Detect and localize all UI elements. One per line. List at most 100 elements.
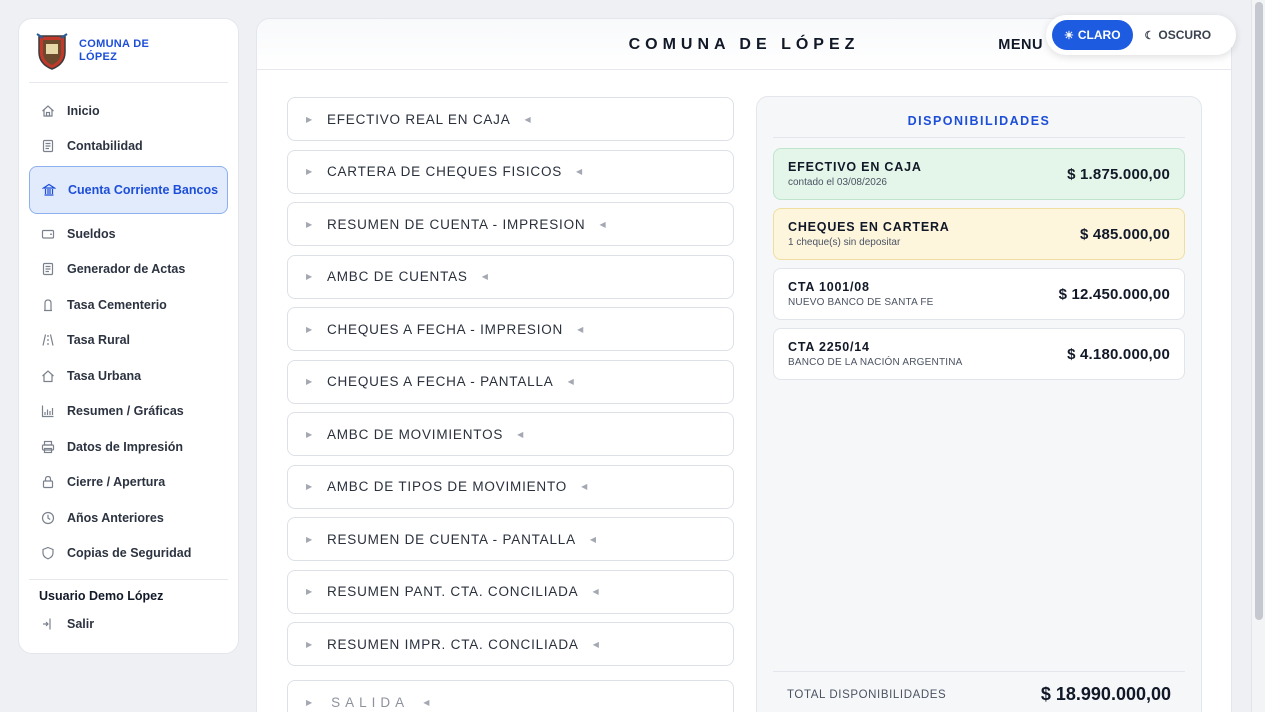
menu-item-cheques-a-fecha-pantalla[interactable]: ▶ CHEQUES A FECHA - PANTALLA ◀ (287, 359, 734, 404)
triangle-left-icon: ◀ (481, 272, 489, 281)
sun-icon: ☀ (1064, 29, 1074, 42)
exit-label: SALIDA (331, 694, 410, 710)
triangle-right-icon: ▶ (306, 587, 313, 596)
card-title: EFECTIVO EN CAJA (788, 160, 922, 174)
card-subtitle: NUEVO BANCO DE SANTA FE (788, 297, 934, 308)
menu-item-ambc-de-movimientos[interactable]: ▶ AMBC DE MOVIMIENTOS ◀ (287, 412, 734, 456)
account-card[interactable]: CTA 2250/14 BANCO DE LA NACIÓN ARGENTINA… (773, 328, 1185, 380)
sidebar-item-label: Tasa Urbana (67, 368, 142, 383)
sidebar-item-label: Años Anteriores (67, 510, 164, 525)
menu-item-cartera-de-cheques-fisicos[interactable]: ▶ CARTERA DE CHEQUES FISICOS ◀ (287, 149, 734, 194)
sidebar-item-datos-de-impresion[interactable]: Datos de Impresión (29, 429, 228, 465)
printer-icon (41, 440, 55, 453)
checks-card[interactable]: CHEQUES EN CARTERA 1 cheque(s) sin depos… (773, 208, 1185, 260)
triangle-left-icon: ◀ (517, 429, 525, 439)
triangle-left-icon: ◀ (581, 482, 589, 491)
sidebar-item-tasa-cementerio[interactable]: Tasa Cementerio (29, 287, 228, 323)
document-icon (42, 140, 54, 153)
sidebar-item-generador-de-actas[interactable]: Generador de Actas (29, 252, 228, 288)
card-amount: $ 485.000,00 (1080, 225, 1170, 243)
card-subtitle: contado el 03/08/2026 (788, 177, 887, 188)
brand[interactable]: COMUNA DE LÓPEZ (29, 19, 228, 83)
menu-item-cheques-a-fecha-impresion[interactable]: ▶ CHEQUES A FECHA - IMPRESION ◀ (287, 307, 734, 351)
logout-button[interactable]: Salir (19, 603, 238, 631)
cash-card[interactable]: EFECTIVO EN CAJA contado el 03/08/2026 $… (773, 148, 1185, 200)
menu-item-label: RESUMEN IMPR. CTA. CONCILIADA (326, 636, 579, 652)
theme-dark-button[interactable]: ☾ OSCURO (1133, 20, 1224, 50)
triangle-left-icon: ◀ (577, 324, 585, 334)
card-amount: $ 4.180.000,00 (1067, 345, 1170, 363)
total-row: TOTAL DISPONIBILIDADES $ 18.990.000,00 (773, 671, 1185, 712)
sidebar-item-label: Tasa Rural (67, 333, 130, 348)
menu-label: MENU (998, 37, 1043, 53)
chart-icon (41, 405, 54, 418)
card-title: CTA 1001/08 (788, 280, 870, 294)
triangle-left-icon: ◀ (423, 697, 435, 707)
card-title: CTA 2250/14 (788, 340, 870, 354)
menu-item-resumen-impr-cta-conciliada[interactable]: ▶ RESUMEN IMPR. CTA. CONCILIADA ◀ (287, 622, 734, 666)
wallet-icon (41, 229, 55, 239)
menu-item-label: RESUMEN PANT. CTA. CONCILIADA (326, 584, 579, 599)
scrollbar-thumb[interactable] (1255, 2, 1263, 620)
card-amount: $ 1.875.000,00 (1067, 165, 1170, 183)
triangle-right-icon: ▶ (306, 324, 313, 334)
sidebar-item-cuenta-corriente-bancos[interactable]: Cuenta Corriente Bancos (29, 166, 228, 214)
sidebar-item-contabilidad[interactable]: Contabilidad (29, 129, 228, 165)
sidebar-item-tasa-rural[interactable]: Tasa Rural (29, 323, 228, 359)
sidebar-item-cierre-apertura[interactable]: Cierre / Apertura (29, 465, 228, 501)
card-amount: $ 12.450.000,00 (1058, 285, 1170, 303)
triangle-left-icon: ◀ (592, 639, 600, 649)
triangle-left-icon: ◀ (592, 587, 600, 596)
card-subtitle: 1 cheque(s) sin depositar (788, 237, 901, 248)
moon-icon: ☾ (1144, 29, 1155, 42)
sidebar-item-copias-de-seguridad[interactable]: Copias de Seguridad (29, 536, 228, 572)
menu-item-resumen-de-cuenta-impresion[interactable]: ▶ RESUMEN DE CUENTA - IMPRESION ◀ (287, 202, 734, 246)
menu-item-label: AMBC DE TIPOS DE MOVIMIENTO (326, 479, 568, 494)
shield-icon (42, 547, 54, 560)
triangle-left-icon: ◀ (567, 377, 575, 386)
triangle-right-icon: ▶ (306, 272, 313, 281)
menu-item-label: RESUMEN DE CUENTA - IMPRESION (326, 216, 586, 232)
sidebar-item-anos-anteriores[interactable]: Años Anteriores (29, 500, 228, 536)
menu-item-ambc-de-cuentas[interactable]: ▶ AMBC DE CUENTAS ◀ (287, 254, 734, 299)
logout-icon (43, 618, 51, 630)
main-panel: COMUNA DE LÓPEZ MENU ▶ EFECTIVO REAL EN … (256, 18, 1232, 712)
sidebar-item-inicio[interactable]: Inicio (29, 93, 228, 129)
menu-item-label: EFECTIVO REAL EN CAJA (326, 111, 511, 127)
triangle-left-icon: ◀ (589, 534, 597, 544)
triangle-right-icon: ▶ (306, 377, 313, 386)
page-scrollbar[interactable] (1251, 0, 1265, 712)
exit-button[interactable]: ▶ SALIDA ◀ (287, 680, 734, 712)
sidebar-item-label: Inicio (67, 103, 100, 118)
triangle-right-icon: ▶ (306, 114, 313, 124)
sidebar-item-label: Datos de Impresión (67, 439, 183, 454)
theme-toggle: ☀ CLARO ☾ OSCURO (1046, 15, 1236, 55)
sidebar-item-tasa-urbana[interactable]: Tasa Urbana (29, 358, 228, 394)
availability-title: DISPONIBILIDADES (773, 97, 1185, 138)
bank-icon (42, 183, 56, 196)
tombstone-icon (44, 299, 52, 311)
menu-item-efectivo-real-en-caja[interactable]: ▶ EFECTIVO REAL EN CAJA ◀ (287, 97, 734, 141)
sidebar-item-label: Contabilidad (67, 139, 143, 154)
theme-light-button[interactable]: ☀ CLARO (1052, 20, 1133, 50)
menu-list: ▶ EFECTIVO REAL EN CAJA ◀ ▶ CARTERA DE C… (287, 97, 734, 712)
brand-name: COMUNA DE LÓPEZ (79, 37, 150, 63)
sidebar-item-label: Cuenta Corriente Bancos (68, 182, 219, 197)
menu-item-resumen-de-cuenta-pantalla[interactable]: ▶ RESUMEN DE CUENTA - PANTALLA ◀ (287, 517, 734, 561)
sidebar-item-label: Sueldos (67, 226, 116, 241)
sidebar-item-resumen-graficas[interactable]: Resumen / Gráficas (29, 394, 228, 430)
menu-item-ambc-de-tipos-de-movimiento[interactable]: ▶ AMBC DE TIPOS DE MOVIMIENTO ◀ (287, 464, 734, 509)
sidebar-item-label: Resumen / Gráficas (67, 404, 184, 419)
sidebar: COMUNA DE LÓPEZ Inicio Contabilidad Cuen… (18, 18, 239, 654)
menu-item-resumen-pant-cta-conciliada[interactable]: ▶ RESUMEN PANT. CTA. CONCILIADA ◀ (287, 569, 734, 614)
menu-item-label: CHEQUES A FECHA - PANTALLA (326, 374, 554, 389)
total-label: TOTAL DISPONIBILIDADES (787, 688, 947, 701)
home-icon (42, 104, 54, 117)
triangle-right-icon: ▶ (306, 639, 313, 649)
sidebar-item-label: Tasa Cementerio (67, 297, 167, 312)
account-card[interactable]: CTA 1001/08 NUEVO BANCO DE SANTA FE $ 12… (773, 268, 1185, 320)
sidebar-item-sueldos[interactable]: Sueldos (29, 216, 228, 252)
availability-panel: DISPONIBILIDADES EFECTIVO EN CAJA contad… (756, 96, 1202, 712)
triangle-left-icon: ◀ (599, 219, 607, 229)
triangle-right-icon: ▶ (306, 167, 313, 176)
